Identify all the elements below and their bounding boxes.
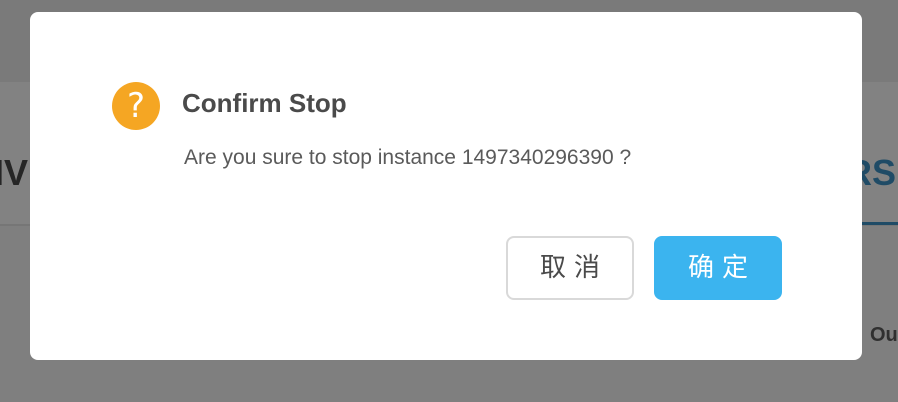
dialog-title: Confirm Stop	[182, 88, 347, 118]
dialog-message: Are you sure to stop instance 1497340296…	[184, 146, 632, 169]
background-label: Ou	[870, 324, 898, 346]
cancel-button[interactable]: 取消	[506, 236, 634, 300]
confirm-button[interactable]: 确定	[654, 236, 782, 300]
question-circle-icon: ?	[112, 82, 160, 130]
confirm-stop-dialog: ? Confirm Stop Are you sure to stop inst…	[30, 12, 862, 360]
background-tab-left: IV	[0, 152, 29, 193]
background-tab-active-indicator	[862, 222, 898, 225]
